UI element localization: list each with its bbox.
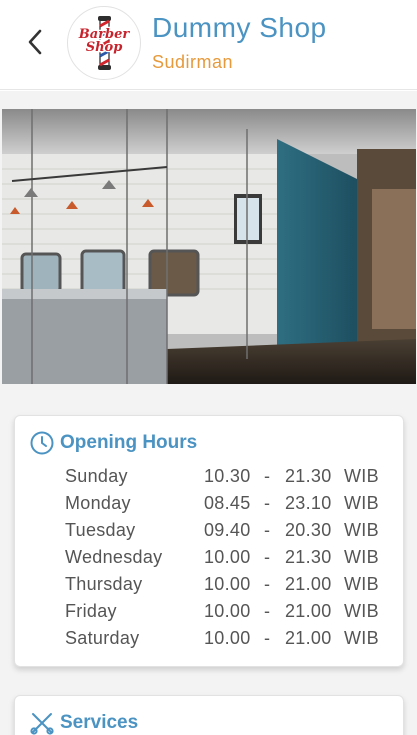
- app-header: Barber Shop Dummy Shop Sudirman: [0, 0, 417, 90]
- timezone: WIB: [344, 520, 379, 540]
- hours-row-wednesday: Wednesday 10.00 - 21.30 WIB: [65, 547, 395, 574]
- open-time: 10.00: [204, 628, 251, 648]
- day-label: Sunday: [65, 466, 128, 486]
- shop-logo: Barber Shop: [67, 6, 141, 80]
- open-time: 08.45: [204, 493, 251, 513]
- time-separator: -: [264, 574, 271, 594]
- hours-row-monday: Monday 08.45 - 23.10 WIB: [65, 493, 395, 520]
- day-label: Monday: [65, 493, 131, 513]
- services-title: Services: [60, 712, 139, 733]
- shop-branch: Sudirman: [152, 52, 234, 72]
- day-label: Thursday: [65, 574, 143, 594]
- timezone: WIB: [344, 628, 379, 648]
- day-label: Wednesday: [65, 547, 163, 567]
- hours-row-sunday: Sunday 10.30 - 21.30 WIB: [65, 466, 395, 493]
- svg-text:Shop: Shop: [86, 40, 123, 55]
- timezone: WIB: [344, 574, 379, 594]
- opening-hours-card: Opening Hours Sunday 10.30 - 21.30 WIB M…: [14, 415, 404, 667]
- hours-row-saturday: Saturday 10.00 - 21.00 WIB: [65, 628, 395, 655]
- day-label: Saturday: [65, 628, 140, 648]
- time-separator: -: [264, 466, 271, 486]
- close-time: 21.30: [285, 466, 332, 486]
- open-time: 10.00: [204, 601, 251, 621]
- day-label: Tuesday: [65, 520, 136, 540]
- open-time: 10.00: [204, 547, 251, 567]
- open-time: 10.00: [204, 574, 251, 594]
- time-separator: -: [264, 628, 271, 648]
- close-time: 23.10: [285, 493, 332, 513]
- open-time: 09.40: [204, 520, 251, 540]
- opening-hours-title: Opening Hours: [60, 432, 198, 453]
- close-time: 21.00: [285, 628, 332, 648]
- close-time: 21.00: [285, 601, 332, 621]
- services-card[interactable]: Services: [14, 695, 404, 735]
- close-time: 21.00: [285, 574, 332, 594]
- time-separator: -: [264, 601, 271, 621]
- day-label: Friday: [65, 601, 117, 621]
- time-separator: -: [264, 493, 271, 513]
- timezone: WIB: [344, 493, 379, 513]
- close-time: 20.30: [285, 520, 332, 540]
- chevron-left-icon: [28, 29, 42, 55]
- clock-icon: [30, 431, 54, 455]
- hours-row-thursday: Thursday 10.00 - 21.00 WIB: [65, 574, 395, 601]
- shop-photo: [2, 109, 416, 384]
- timezone: WIB: [344, 601, 379, 621]
- close-time: 21.30: [285, 547, 332, 567]
- back-button[interactable]: [18, 24, 52, 60]
- open-time: 10.30: [204, 466, 251, 486]
- timezone: WIB: [344, 547, 379, 567]
- time-separator: -: [264, 547, 271, 567]
- scissors-comb-icon: [30, 713, 54, 735]
- shop-name: Dummy Shop: [152, 12, 327, 43]
- hours-list: Sunday 10.30 - 21.30 WIB Monday 08.45 - …: [65, 466, 395, 655]
- hours-row-friday: Friday 10.00 - 21.00 WIB: [65, 601, 395, 628]
- hours-row-tuesday: Tuesday 09.40 - 20.30 WIB: [65, 520, 395, 547]
- time-separator: -: [264, 520, 271, 540]
- timezone: WIB: [344, 466, 379, 486]
